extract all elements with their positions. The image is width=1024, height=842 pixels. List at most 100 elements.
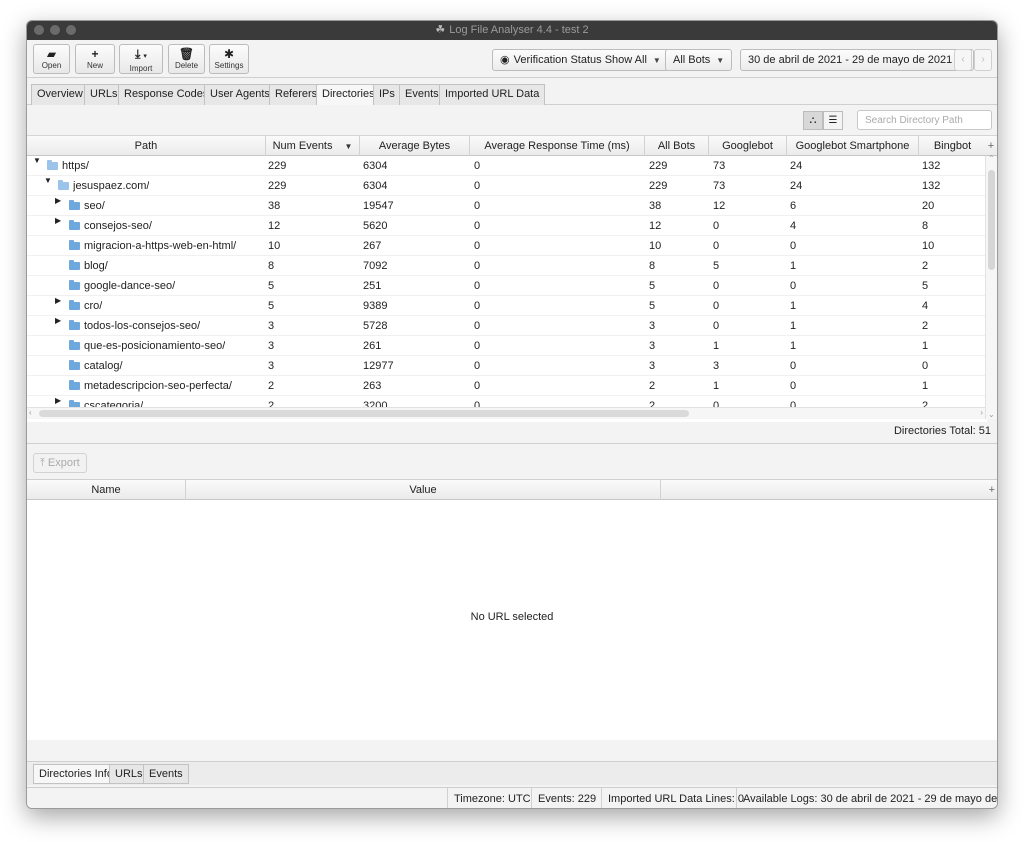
scroll-down-icon[interactable]: ⌄	[988, 410, 995, 419]
bingbot-cell: 4	[922, 300, 929, 312]
tab-events[interactable]: Events	[399, 84, 445, 105]
table-row[interactable]: blog/8 7092 0 8 5 1 2	[27, 256, 987, 276]
divider	[27, 443, 997, 444]
googlebot-cell: 12	[713, 200, 726, 212]
tree-expand-icon[interactable]: ▶	[55, 296, 63, 305]
path-cell: https/	[62, 160, 89, 172]
path-cell: google-dance-seo/	[84, 280, 176, 292]
table-row[interactable]: ▶ cro/5 9389 0 5 0 1 4	[27, 296, 987, 316]
window-title: Log File Analyser 4.4 - test 2	[449, 24, 589, 36]
delete-button-label: Delete	[174, 61, 199, 70]
open-button[interactable]: ▰ Open	[33, 44, 70, 74]
bingbot-cell: 132	[922, 160, 941, 172]
table-row[interactable]: ▶ consejos-seo/12 5620 0 12 0 4 8	[27, 216, 987, 236]
column-header-path[interactable]: Path	[27, 136, 266, 156]
tree-collapse-icon[interactable]: ▼	[44, 176, 52, 185]
list-view-button[interactable]: ☰	[823, 111, 843, 130]
column-header-average-bytes[interactable]: Average Bytes	[360, 136, 470, 156]
all-bots-cell: 3	[649, 340, 656, 352]
tree-view-button[interactable]: ⛬	[803, 111, 823, 130]
table-row[interactable]: ▶ seo/38 19547 0 38 12 6 20	[27, 196, 987, 216]
chevron-down-icon: ▾	[143, 53, 147, 60]
tree-collapse-icon[interactable]: ▼	[33, 156, 41, 165]
import-button[interactable]: ⤓ ▾ Import	[119, 44, 163, 74]
export-button[interactable]: ⤒ Export	[33, 453, 87, 473]
scroll-up-icon[interactable]: ⌃	[988, 154, 995, 163]
folder-icon	[69, 260, 80, 270]
table-row[interactable]: ▼ https/229 6304 0 229 73 24 132	[27, 156, 987, 176]
table-row[interactable]: catalog/3 12977 0 3 3 0 0	[27, 356, 987, 376]
date-range-dropdown[interactable]: 30 de abril de 2021 - 29 de mayo de 2021…	[740, 49, 975, 71]
previous-range-button[interactable]: ‹	[954, 49, 972, 71]
table-row[interactable]: que-es-posicionamiento-seo/3 261 0 3 1 1 1	[27, 336, 987, 356]
settings-button[interactable]: ✱ Settings	[209, 44, 249, 74]
tab-directories-info[interactable]: Directories Info	[33, 764, 119, 784]
download-icon: ⤓ ▾	[135, 47, 147, 61]
tab-imported-url-data[interactable]: Imported URL Data	[439, 84, 546, 105]
tab-directories[interactable]: Directories	[316, 84, 381, 105]
table-row[interactable]: google-dance-seo/5 251 0 5 0 0 5	[27, 276, 987, 296]
path-cell: cro/	[84, 300, 103, 312]
toolbar: ▰ Open + New ⤓ ▾ Import 🗑 Delete ✱ Settin…	[27, 40, 997, 78]
column-header-num-events[interactable]: Num Events ▼	[266, 136, 360, 156]
next-range-button[interactable]: ›	[974, 49, 992, 71]
tab-user-agents[interactable]: User Agents	[204, 84, 276, 105]
vertical-scrollbar[interactable]: ⌃ ⌄	[985, 154, 997, 419]
table-row[interactable]: ▶ todos-los-consejos-seo/3 5728 0 3 0 1 2	[27, 316, 987, 336]
avg-bytes-cell: 251	[363, 280, 382, 292]
plus-icon[interactable]: +	[989, 480, 995, 500]
directories-table: Path Num Events ▼ Average Bytes Average R…	[27, 135, 987, 422]
verification-status-dropdown[interactable]: ◉ Verification Status Show All ▼	[492, 49, 669, 71]
add-column-button[interactable]: +	[985, 135, 997, 156]
folder-open-icon	[47, 160, 58, 170]
column-header-name[interactable]: Name	[27, 480, 186, 500]
path-cell: consejos-seo/	[84, 220, 152, 232]
tab-ips[interactable]: IPs	[373, 84, 401, 105]
folder-icon	[69, 340, 80, 350]
tab-response-codes[interactable]: Response Codes	[118, 84, 215, 105]
scroll-left-icon[interactable]: ‹	[29, 408, 32, 417]
column-header-value[interactable]: Value	[186, 480, 661, 500]
vertical-scroll-thumb[interactable]	[988, 170, 995, 270]
horizontal-scrollbar[interactable]: ‹ ›	[27, 407, 985, 419]
table-row[interactable]: metadescripcion-seo-perfecta/2 263 0 2 1 0 1	[27, 376, 987, 396]
column-header-average-response-time[interactable]: Average Response Time (ms)	[470, 136, 645, 156]
bots-dropdown[interactable]: All Bots ▼	[665, 49, 733, 71]
minimize-window-icon[interactable]	[50, 25, 60, 35]
all-bots-cell: 3	[649, 360, 656, 372]
directory-view-bar: ⛬ ☰	[27, 105, 997, 135]
tab-bottom-events[interactable]: Events	[143, 764, 189, 784]
zoom-window-icon[interactable]	[66, 25, 76, 35]
all-bots-cell: 12	[649, 220, 662, 232]
column-header-googlebot-smartphone[interactable]: Googlebot Smartphone	[787, 136, 919, 156]
eye-icon: ◉	[500, 54, 510, 66]
trash-icon: 🗑	[178, 47, 195, 61]
avg-response-cell: 0	[474, 240, 481, 252]
export-button-label: Export	[47, 457, 80, 469]
column-header-bingbot[interactable]: Bingbot	[919, 136, 987, 156]
tree-expand-icon[interactable]: ▶	[55, 316, 63, 325]
tab-overview[interactable]: Overview	[31, 84, 89, 105]
column-header-googlebot[interactable]: Googlebot	[709, 136, 787, 156]
scroll-right-icon[interactable]: ›	[980, 408, 983, 417]
new-button[interactable]: + New	[75, 44, 115, 74]
plus-icon: +	[91, 47, 99, 61]
bingbot-cell: 132	[922, 180, 941, 192]
table-row[interactable]: ▼ jesuspaez.com/229 6304 0 229 73 24 132	[27, 176, 987, 196]
tree-expand-icon[interactable]: ▶	[55, 396, 63, 405]
directory-search-input[interactable]	[857, 110, 992, 130]
avg-bytes-cell: 5728	[363, 320, 388, 332]
close-window-icon[interactable]	[34, 25, 44, 35]
table-row[interactable]: migracion-a-https-web-en-html/10 267 0 10 0 0…	[27, 236, 987, 256]
horizontal-scroll-thumb[interactable]	[39, 410, 689, 417]
export-icon: ⤒	[40, 457, 45, 469]
avg-response-cell: 0	[474, 200, 481, 212]
tree-expand-icon[interactable]: ▶	[55, 216, 63, 225]
tree-expand-icon[interactable]: ▶	[55, 196, 63, 205]
column-header-all-bots[interactable]: All Bots	[645, 136, 709, 156]
folder-icon	[69, 320, 80, 330]
avg-response-cell: 0	[474, 340, 481, 352]
empty-state-message: No URL selected	[470, 611, 554, 623]
open-button-label: Open	[41, 61, 62, 70]
delete-button[interactable]: 🗑 Delete	[168, 44, 205, 74]
